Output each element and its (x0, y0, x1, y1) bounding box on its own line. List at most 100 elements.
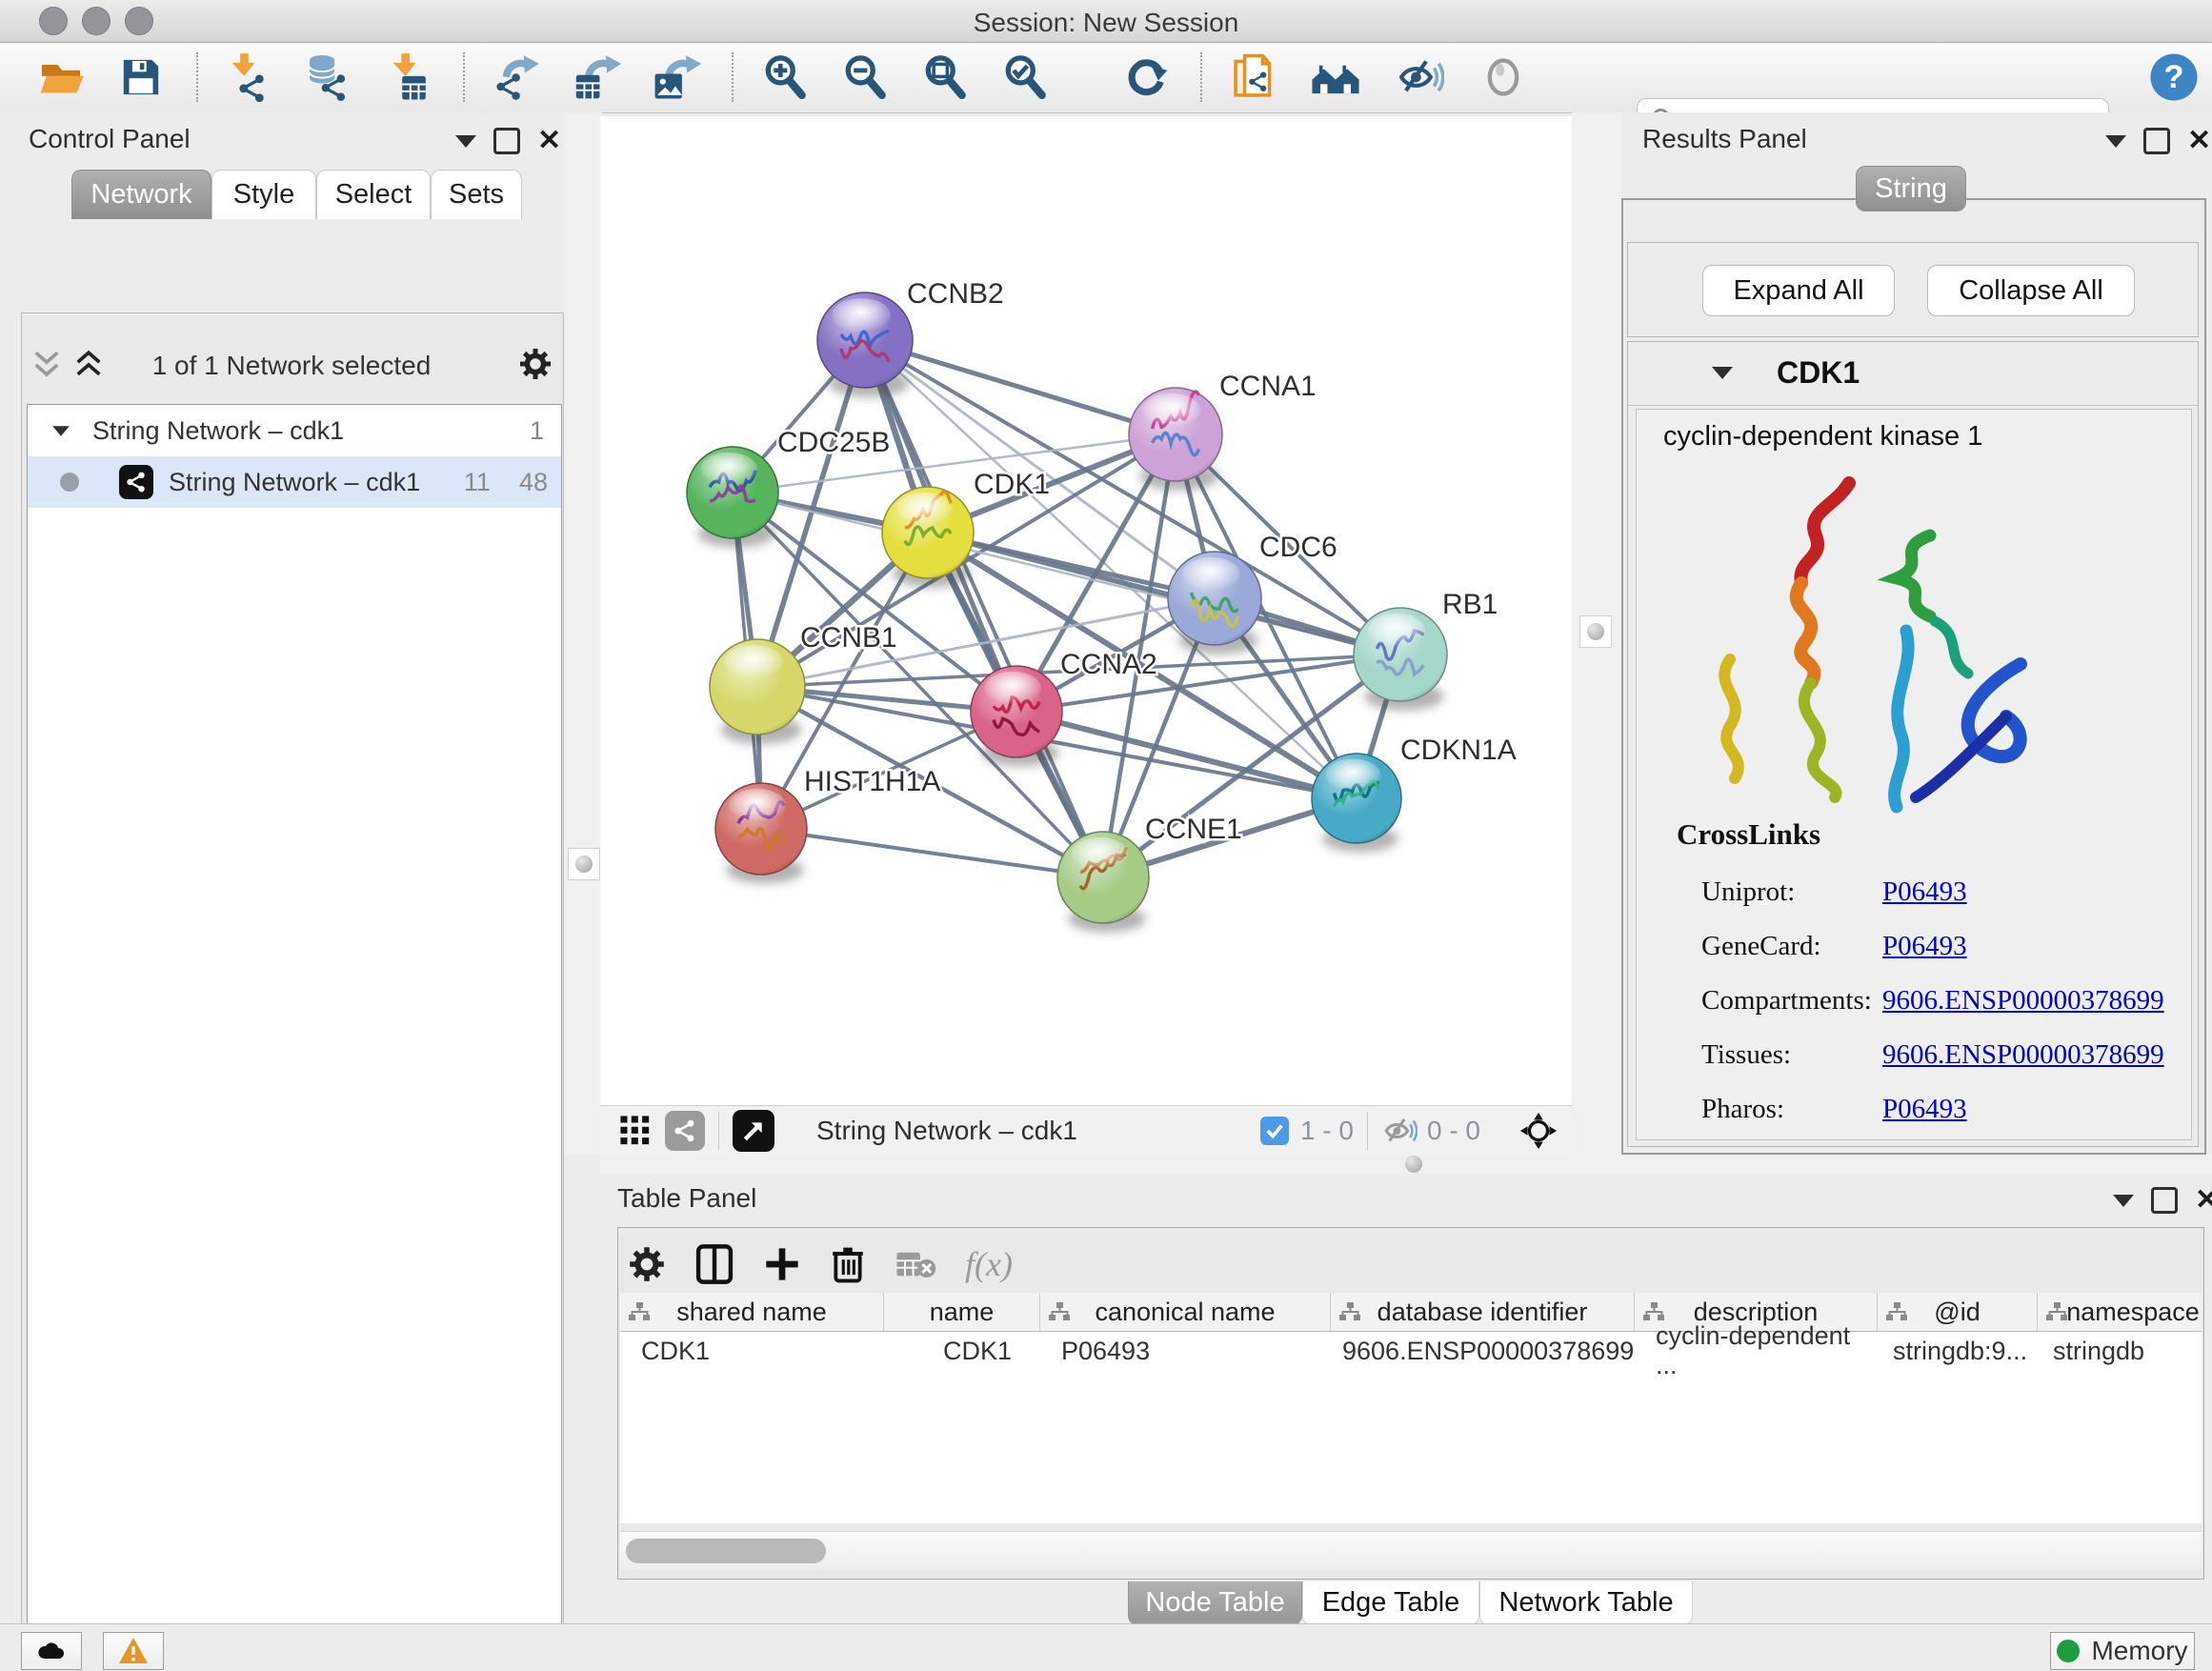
zoom-out-button[interactable] (838, 50, 892, 104)
node-table: shared name name canonical name database… (620, 1293, 2202, 1523)
horizontal-splitter[interactable] (600, 1155, 2212, 1174)
right-splitter[interactable] (1572, 112, 1621, 1155)
table-options-gear-icon[interactable] (628, 1245, 666, 1283)
clone-network-button[interactable] (1227, 50, 1280, 104)
tab-node-table[interactable]: Node Table (1128, 1581, 1302, 1625)
entry-gene-name: CDK1 (1777, 355, 1860, 391)
function-builder-button[interactable]: f(x) (965, 1244, 1013, 1284)
cloud-status-button[interactable] (21, 1632, 82, 1670)
status-separator (718, 1112, 719, 1150)
zoom-in-button[interactable] (758, 50, 812, 104)
column-header-database-identifier[interactable]: database identifier (1331, 1293, 1635, 1331)
tab-network-table[interactable]: Network Table (1479, 1581, 1693, 1625)
delete-table-icon[interactable] (895, 1247, 936, 1281)
tree-expander-icon[interactable] (52, 426, 70, 435)
tab-select[interactable]: Select (316, 170, 431, 219)
main-toolbar: ? (0, 43, 2212, 113)
left-splitter[interactable] (564, 112, 602, 1155)
selected-checkbox-icon[interactable] (1260, 1117, 1289, 1145)
entry-expander-icon[interactable] (1712, 367, 1733, 379)
tab-sets[interactable]: Sets (431, 170, 522, 219)
panel-close-icon[interactable]: ✕ (2187, 131, 2211, 151)
panel-close-icon[interactable]: ✕ (537, 131, 561, 151)
column-header-shared-name[interactable]: shared name (620, 1293, 884, 1331)
current-network-dot-icon (60, 473, 79, 492)
scrollbar-thumb[interactable] (626, 1539, 826, 1563)
toolbar-separator (463, 52, 465, 102)
panel-close-icon[interactable]: ✕ (2195, 1190, 2212, 1211)
results-panel-body: Expand All Collapse All CDK1 cyclin-depe… (1621, 198, 2206, 1155)
horizontal-splitter-grip[interactable] (1405, 1156, 1422, 1173)
memory-status-dot (2057, 1640, 2080, 1662)
network-view-canvas[interactable]: CCNB2CCNA1CDC25BCDK1CDC6RB1CCNB1CCNA2CDK… (600, 116, 1572, 1105)
crosslink-pharos-link[interactable]: P06493 (1882, 1094, 1967, 1125)
birdseye-view-button[interactable] (733, 1110, 774, 1152)
network-share-view-button[interactable] (665, 1111, 705, 1151)
cloud-icon (35, 1639, 68, 1663)
collapse-all-button[interactable]: Collapse All (1927, 265, 2135, 316)
cdk1-entry-header[interactable]: CDK1 (1628, 342, 2198, 406)
crosslink-tissues-link[interactable]: 9606.ENSP00000378699 (1882, 1039, 2164, 1071)
string-network-graph[interactable]: CCNB2CCNA1CDC25BCDK1CDC6RB1CCNB1CCNA2CDK… (600, 116, 1572, 1105)
open-session-button[interactable] (34, 50, 88, 104)
zoom-fit-button[interactable] (918, 50, 972, 104)
refresh-icon (1122, 52, 1172, 102)
home-view-button[interactable] (1309, 50, 1362, 104)
panel-float-icon[interactable] (2151, 1187, 2178, 1214)
zoom-out-icon (840, 52, 890, 102)
node-label-ccne1: CCNE1 (1145, 814, 1242, 845)
memory-button[interactable]: Memory (2050, 1632, 2195, 1670)
export-network-button[interactable] (490, 50, 543, 104)
zoom-selected-button[interactable] (998, 50, 1052, 104)
network-collection-row[interactable]: String Network – cdk1 1 (28, 405, 561, 456)
export-table-button[interactable] (570, 50, 623, 104)
network-node-count: 11 (464, 468, 491, 497)
tab-network[interactable]: Network (71, 170, 211, 219)
import-network-from-database-button[interactable] (301, 50, 354, 104)
tab-edge-table[interactable]: Edge Table (1302, 1581, 1479, 1625)
panel-float-icon[interactable] (493, 128, 520, 154)
panel-float-icon[interactable] (2143, 128, 2170, 154)
add-column-icon[interactable] (763, 1245, 801, 1283)
help-button[interactable]: ? (2147, 50, 2201, 104)
warnings-button[interactable] (103, 1632, 164, 1670)
grid-view-icon[interactable] (619, 1115, 652, 1147)
fit-content-crosshair-icon[interactable] (1518, 1111, 1558, 1151)
zoom-in-icon (760, 52, 810, 102)
import-network-button[interactable] (221, 50, 274, 104)
left-splitter-grip[interactable] (568, 848, 600, 880)
table-horizontal-scrollbar[interactable] (620, 1531, 2202, 1570)
show-columns-icon[interactable] (694, 1243, 734, 1285)
panel-menu-icon[interactable] (455, 135, 476, 148)
table-row[interactable]: CDK1 CDK1 P06493 9606.ENSP00000378699 cy… (620, 1332, 2202, 1370)
delete-column-icon[interactable] (830, 1244, 866, 1284)
refresh-view-button[interactable] (1120, 50, 1174, 104)
export-table-icon (572, 52, 621, 102)
crosslink-genecard-link[interactable]: P06493 (1882, 931, 1967, 962)
column-header-name[interactable]: name (884, 1293, 1040, 1331)
tab-style[interactable]: Style (211, 170, 316, 219)
expand-all-button[interactable]: Expand All (1702, 265, 1895, 316)
help-icon: ? (2148, 51, 2200, 103)
import-table-button[interactable] (381, 50, 434, 104)
save-session-button[interactable] (114, 50, 168, 104)
panel-menu-icon[interactable] (2113, 1195, 2134, 1207)
node-label-cdk1: CDK1 (974, 469, 1050, 500)
column-header-description[interactable]: description (1635, 1293, 1878, 1331)
column-header-namespace[interactable]: namespace (2038, 1293, 2202, 1331)
right-splitter-grip[interactable] (1579, 615, 1612, 648)
network-row-selected[interactable]: String Network – cdk1 11 48 (28, 456, 561, 508)
column-header-id[interactable]: @id (1878, 1293, 2038, 1331)
crosslink-row: Compartments: 9606.ENSP00000378699 (1701, 974, 2178, 1028)
hide-selected-button[interactable] (1393, 50, 1446, 104)
tab-string[interactable]: String (1856, 166, 1966, 211)
crosslink-uniprot-link[interactable]: P06493 (1882, 876, 1967, 908)
show-all-button[interactable] (1477, 50, 1530, 104)
network-options-gear-icon[interactable] (518, 347, 553, 381)
panel-menu-icon[interactable] (2105, 135, 2126, 148)
node-label-ccna2: CCNA2 (1060, 649, 1157, 680)
export-image-button[interactable] (650, 50, 703, 104)
column-header-canonical-name[interactable]: canonical name (1040, 1293, 1331, 1331)
import-table-icon (383, 52, 432, 102)
crosslink-compartments-link[interactable]: 9606.ENSP00000378699 (1882, 985, 2164, 1017)
